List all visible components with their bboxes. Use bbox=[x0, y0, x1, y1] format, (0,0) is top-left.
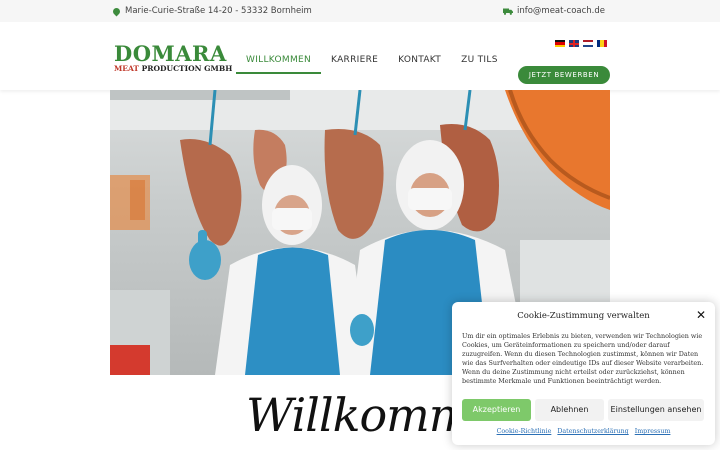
nav-item-karriere[interactable]: KARRIERE bbox=[321, 50, 388, 74]
address-text: Marie-Curie-Straße 14-20 - 53332 Bornhei… bbox=[125, 6, 312, 16]
main-nav: WILLKOMMEN KARRIERE KONTAKT ZU TILS bbox=[236, 50, 508, 74]
address: Marie-Curie-Straße 14-20 - 53332 Bornhei… bbox=[111, 6, 312, 16]
nav-item-zu-tils[interactable]: ZU TILS bbox=[451, 50, 508, 74]
location-pin-icon bbox=[111, 6, 122, 16]
flag-nl-icon[interactable] bbox=[583, 40, 593, 47]
cookie-links: Cookie-Richtlinie Datenschutzerklärung I… bbox=[452, 428, 715, 435]
cookie-text: Um dir ein optimales Erlebnis zu bieten,… bbox=[462, 332, 704, 385]
flag-en-icon[interactable] bbox=[569, 40, 579, 47]
site-header: DOMARA MEAT PRODUCTION GMBH WILLKOMMEN K… bbox=[0, 22, 720, 90]
view-settings-button[interactable]: Einstellungen ansehen bbox=[608, 399, 704, 421]
nav-item-kontakt[interactable]: KONTAKT bbox=[388, 50, 451, 74]
logo[interactable]: DOMARA MEAT PRODUCTION GMBH bbox=[114, 43, 232, 74]
logo-sub-dark: PRODUCTION GMBH bbox=[141, 64, 233, 73]
flag-de-icon[interactable] bbox=[555, 40, 565, 47]
accept-button[interactable]: Akzeptieren bbox=[462, 399, 531, 421]
truck-icon bbox=[502, 8, 513, 15]
nav-item-willkommen[interactable]: WILLKOMMEN bbox=[236, 50, 322, 74]
logo-sub-red: MEAT bbox=[114, 64, 140, 73]
imprint-link[interactable]: Impressum bbox=[635, 428, 671, 435]
decline-button[interactable]: Ablehnen bbox=[535, 399, 604, 421]
language-switcher bbox=[555, 40, 607, 47]
email-link[interactable]: info@meat-coach.de bbox=[502, 6, 605, 16]
flag-ro-icon[interactable] bbox=[597, 40, 607, 47]
cookie-policy-link[interactable]: Cookie-Richtlinie bbox=[497, 428, 552, 435]
cookie-consent-dialog: Cookie-Zustimmung verwalten ✕ Um dir ein… bbox=[452, 302, 715, 445]
logo-main-text: DOMARA bbox=[114, 41, 227, 66]
cookie-title: Cookie-Zustimmung verwalten bbox=[517, 311, 650, 321]
top-bar: Marie-Curie-Straße 14-20 - 53332 Bornhei… bbox=[0, 0, 720, 22]
logo-sub-text: MEAT PRODUCTION GMBH bbox=[114, 64, 232, 74]
privacy-policy-link[interactable]: Datenschutzerklärung bbox=[557, 428, 628, 435]
close-icon[interactable]: ✕ bbox=[696, 308, 706, 322]
cookie-buttons: Akzeptieren Ablehnen Einstellungen anseh… bbox=[462, 399, 704, 421]
email-text: info@meat-coach.de bbox=[516, 6, 605, 16]
apply-now-button[interactable]: JETZT BEWERBEN bbox=[518, 66, 610, 84]
